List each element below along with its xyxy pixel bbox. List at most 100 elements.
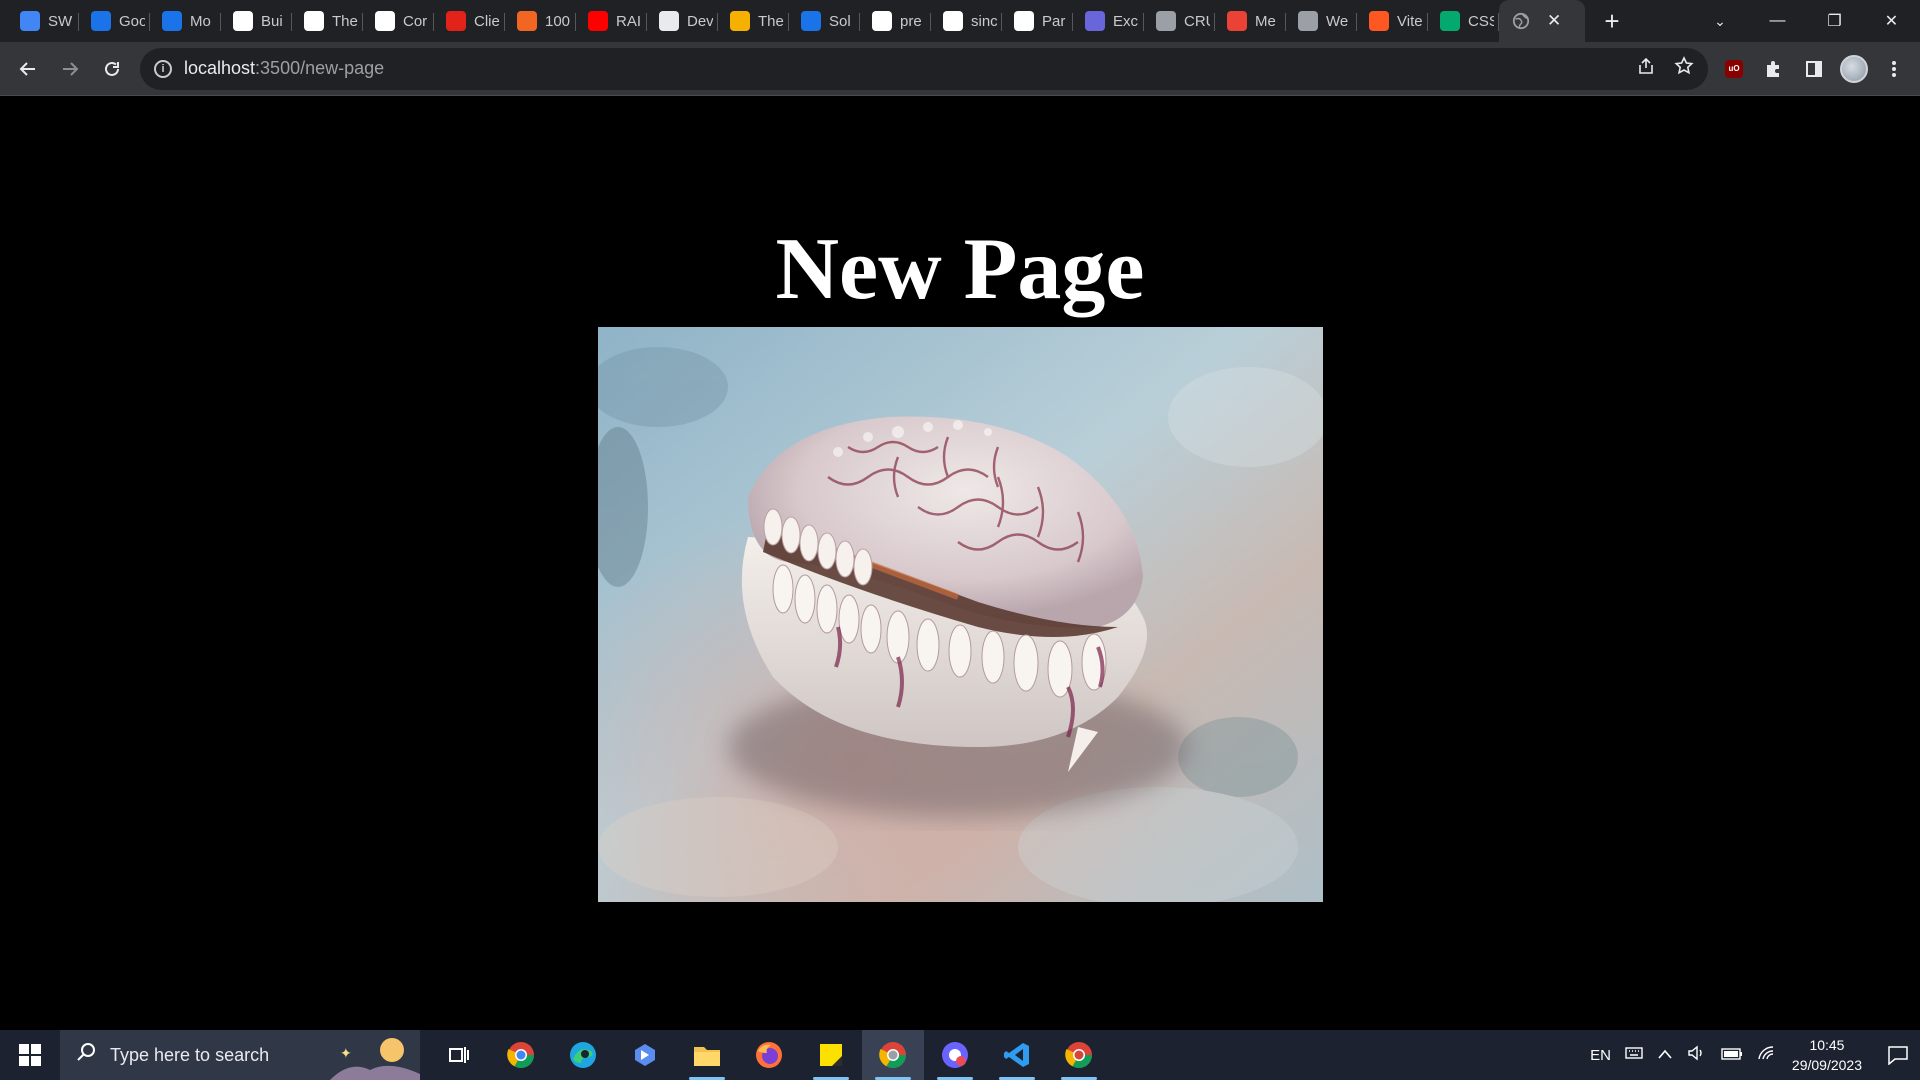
reload-icon [105, 61, 119, 76]
window-close-button[interactable]: ✕ [1863, 0, 1920, 42]
edge-app-icon[interactable] [552, 1030, 614, 1080]
globe-icon [1511, 11, 1531, 31]
address-url[interactable]: localhost:3500/new-page [184, 58, 384, 79]
reload-button[interactable] [92, 49, 132, 89]
tab-label: Mo [190, 12, 211, 30]
profile-avatar[interactable] [1840, 54, 1868, 83]
bing-chat-icon[interactable] [614, 1030, 676, 1080]
site-info-icon[interactable]: i [154, 59, 172, 78]
w3schools-icon [1440, 11, 1460, 31]
tab-10[interactable]: The [718, 0, 789, 42]
infinity-icon [801, 11, 821, 31]
chrome-profile-app-icon[interactable] [862, 1030, 924, 1080]
tab-label: Sol [829, 12, 851, 30]
chevron-up-icon[interactable] [1657, 1047, 1673, 1064]
m-logo-icon [375, 11, 395, 31]
window-controls: ⌄ — ❐ ✕ [1699, 0, 1920, 42]
tab-9[interactable]: Dev [647, 0, 718, 42]
page-content: New Page [0, 96, 1920, 1030]
tab-16[interactable]: CRU [1144, 0, 1215, 42]
side-panel-icon[interactable] [1800, 55, 1828, 83]
search-highlight-icon: ✦ [330, 1038, 420, 1080]
tab-13[interactable]: sinc [931, 0, 1002, 42]
kebab-menu-icon[interactable] [1880, 55, 1908, 83]
task-view-icon[interactable] [428, 1030, 490, 1080]
bug-icon [1369, 11, 1389, 31]
tab-label: Par [1042, 12, 1066, 30]
cowrie-shell-image [598, 327, 1323, 902]
tab-label: Clie [474, 12, 500, 30]
google-calendar-icon [91, 11, 111, 31]
keyboard-icon[interactable] [1625, 1046, 1643, 1064]
tab-0[interactable]: SW [8, 0, 79, 42]
tab-4[interactable]: The [292, 0, 363, 42]
language-indicator[interactable]: EN [1590, 1047, 1611, 1064]
tab-20[interactable]: CSS [1428, 0, 1499, 42]
tab-label: sinc [971, 12, 997, 30]
tab-label: pre [900, 12, 922, 30]
svg-text:✦: ✦ [340, 1045, 352, 1061]
url-host: localhost [184, 58, 256, 78]
tab-3[interactable]: Bui [221, 0, 292, 42]
minimize-button[interactable]: — [1749, 0, 1806, 42]
chrome-alt-app-icon[interactable] [1048, 1030, 1110, 1080]
chrome-canary-app-icon[interactable] [924, 1030, 986, 1080]
vscode-app-icon[interactable] [986, 1030, 1048, 1080]
address-bar[interactable]: i localhost:3500/new-page [140, 47, 1708, 90]
orange-dots-icon [517, 11, 537, 31]
wifi-icon[interactable] [1757, 1045, 1777, 1065]
tab-label: The [758, 12, 784, 30]
tab-label: RAI [616, 12, 642, 30]
colorful-m-icon [1227, 11, 1247, 31]
tab-7[interactable]: 100 [505, 0, 576, 42]
tab-label: CSS [1468, 12, 1494, 30]
volume-icon[interactable] [1687, 1045, 1707, 1065]
page-title: New Page [775, 221, 1145, 318]
back-button[interactable] [8, 49, 48, 89]
share-icon[interactable] [1636, 56, 1656, 82]
tab-14[interactable]: Par [1002, 0, 1073, 42]
tab-12[interactable]: pre [860, 0, 931, 42]
start-button[interactable] [0, 1030, 60, 1080]
tab-1[interactable]: Goo [79, 0, 150, 42]
restore-button[interactable]: ❐ [1806, 0, 1863, 42]
forward-button[interactable] [50, 49, 90, 89]
toolbar-extensions: uO [1720, 54, 1908, 83]
tab-close-icon[interactable]: ✕ [1547, 11, 1561, 31]
battery-icon[interactable] [1721, 1047, 1743, 1064]
tab-label: 100 [545, 12, 571, 30]
tab-strip: SW Goo Mo Bui The Cor Clie 100 RAI Dev The Sol pre si… [0, 0, 1920, 42]
yellow-hand-icon [730, 11, 750, 31]
new-tab-button[interactable]: + [1591, 0, 1633, 42]
tab-active[interactable]: ✕ [1499, 0, 1585, 42]
tab-11[interactable]: Sol [789, 0, 860, 42]
github-icon [872, 11, 892, 31]
chrome-app-icon[interactable] [490, 1030, 552, 1080]
tab-19[interactable]: Vite [1357, 0, 1428, 42]
tab-8[interactable]: RAI [576, 0, 647, 42]
chat-bubble-icon [1888, 1046, 1908, 1065]
windows-logo-icon [19, 1044, 41, 1066]
notification-center-button[interactable] [1876, 1030, 1920, 1080]
tab-15[interactable]: Exc [1073, 0, 1144, 42]
extensions-puzzle-icon[interactable] [1760, 55, 1788, 83]
search-placeholder: Type here to search [110, 1044, 270, 1065]
sticky-notes-icon[interactable] [800, 1030, 862, 1080]
clock[interactable]: 10:45 29/09/2023 [1792, 1035, 1862, 1075]
tab-6[interactable]: Clie [434, 0, 505, 42]
tab-search-button[interactable]: ⌄ [1699, 0, 1741, 42]
globe-icon [1156, 11, 1176, 31]
taskbar-search[interactable]: Type here to search ✦ [60, 1030, 420, 1080]
file-explorer-icon[interactable] [676, 1030, 738, 1080]
tab-5[interactable]: Cor [363, 0, 434, 42]
clock-time: 10:45 [1809, 1037, 1845, 1053]
arrow-left-icon [19, 61, 35, 76]
tab-2[interactable]: Mo [150, 0, 221, 42]
firefox-app-icon[interactable] [738, 1030, 800, 1080]
ublock-origin-icon[interactable]: uO [1720, 55, 1748, 83]
bookmark-star-icon[interactable] [1674, 55, 1694, 82]
tab-17[interactable]: Me [1215, 0, 1286, 42]
stairs-icon [233, 11, 253, 31]
tab-label: The [332, 12, 358, 30]
tab-18[interactable]: We [1286, 0, 1357, 42]
